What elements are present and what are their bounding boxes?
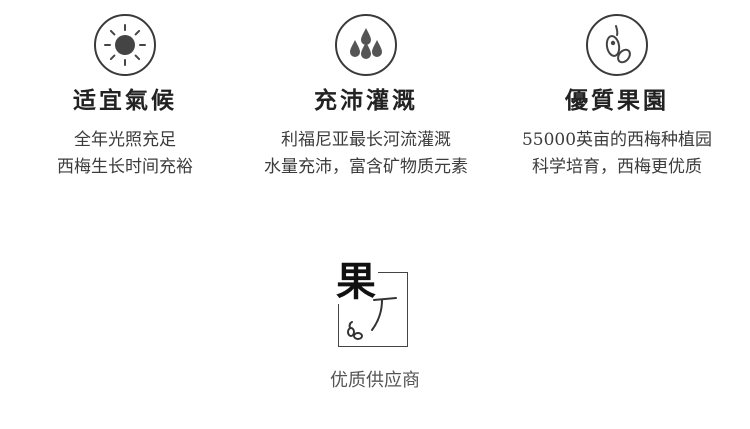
feature-climate: 适宜氣候 全年光照充足 西梅生长时间充裕 [0,14,250,181]
water-drops-icon [335,14,397,76]
feature-title: 優質果園 [565,87,669,114]
feature-description: 全年光照充足 西梅生长时间充裕 [57,127,193,181]
feature-desc-line: 科学培育，西梅更优质 [532,157,702,177]
brand-logo: 果 [330,260,420,349]
feature-irrigation: 充沛灌溉 利福尼亚最长河流灌溉 水量充沛，富含矿物质元素 [241,14,491,181]
feature-title: 适宜氣候 [73,87,177,114]
logo-brush-mark-icon [347,297,397,340]
feature-desc-line: 利福尼亚最长河流灌溉 [281,130,451,150]
feature-title: 充沛灌溉 [314,87,418,114]
sun-icon [94,14,156,76]
feature-desc-line: 全年光照充足 [74,130,176,150]
feature-desc-line: 水量充沛，富含矿物质元素 [264,157,468,177]
feature-description: 55000英亩的西梅种植园 科学培育，西梅更优质 [522,127,712,181]
feature-desc-line: 55000英亩的西梅种植园 [521,130,713,150]
feature-description: 利福尼亚最长河流灌溉 水量充沛，富含矿物质元素 [264,127,468,181]
prune-fruit-icon [586,14,648,76]
supplier-caption: 优质供应商 [330,370,420,391]
feature-orchard: 優質果園 55000英亩的西梅种植园 科学培育，西梅更优质 [492,14,742,181]
feature-desc-line: 西梅生长时间充裕 [57,157,193,177]
